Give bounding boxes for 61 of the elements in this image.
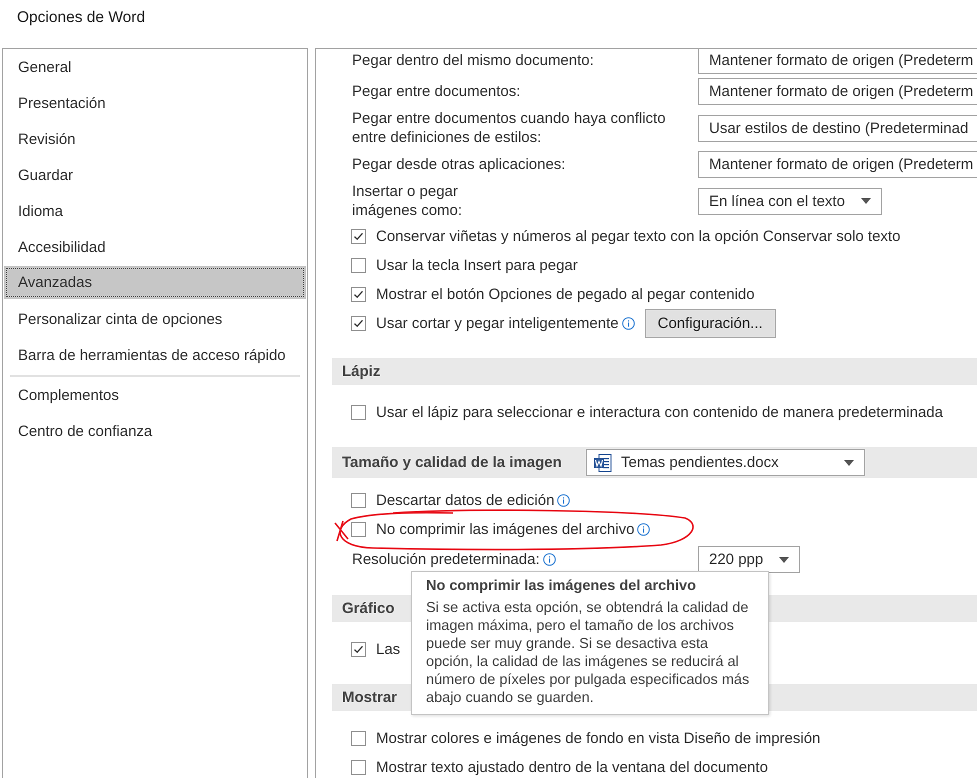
sidebar-item[interactable]: Presentación xyxy=(4,86,306,122)
option-label: Pegar entre documentos cuando haya conflicto entre definiciones de estilos: xyxy=(352,109,666,147)
check-icon xyxy=(353,644,364,655)
checkbox[interactable] xyxy=(351,522,366,537)
option-label: Pegar entre documentos: xyxy=(352,82,520,101)
settings-button[interactable]: Configuración... xyxy=(644,309,776,338)
dropdown[interactable]: 220 ppp xyxy=(698,546,800,573)
dropdown[interactable]: Mantener formato de origen (Predeterm xyxy=(698,78,977,105)
sidebar-item[interactable]: General xyxy=(4,50,306,86)
sidebar-item[interactable]: Complementos xyxy=(4,378,306,414)
checkbox[interactable] xyxy=(351,760,366,775)
checkbox[interactable] xyxy=(351,405,366,420)
checkbox-label: Mostrar texto ajustado dentro de la ventana del documento xyxy=(376,759,768,776)
section-title: Gráfico xyxy=(342,600,395,617)
checkbox[interactable] xyxy=(351,642,366,657)
info-icon[interactable] xyxy=(637,523,650,536)
check-icon xyxy=(353,231,364,242)
option-label: Pegar desde otras aplicaciones: xyxy=(352,155,566,174)
sidebar-item[interactable]: Revisión xyxy=(4,122,306,158)
checkbox-label: Mostrar colores e imágenes de fondo en vista Diseño de impresión xyxy=(376,730,820,747)
check-icon xyxy=(353,318,364,329)
checkbox-label: Usar la tecla Insert para pegar xyxy=(376,257,578,274)
tooltip-text: Si se activa esta opción, se obtendrá la calidad de imagen máxima, pero el tamaño de los archivos puede ser muy grande. Si se desactiva esta opción, la calidad de las imágenes se reducirá al número de píxeles por pulgada especificados más abajo cuando se guarden. xyxy=(426,599,750,707)
sidebar-item[interactable]: Barra de herramientas de acceso rápido xyxy=(4,338,306,374)
checkbox-label: Usar el lápiz para seleccionar e interactura con contenido de manera predeterminada xyxy=(376,404,943,421)
info-icon[interactable] xyxy=(557,494,570,507)
checkbox-label: Mostrar el botón Opciones de pegado al pegar contenido xyxy=(376,286,755,303)
checkbox[interactable] xyxy=(351,316,366,331)
option-label: Insertar o pegar imágenes como: xyxy=(352,182,462,220)
document-icon xyxy=(593,452,613,472)
checkbox-label: Usar cortar y pegar inteligentemente xyxy=(376,315,619,332)
option-label: Resolución predeterminada: xyxy=(352,550,540,569)
checkbox-label: Las xyxy=(376,641,400,658)
section-title: Mostrar xyxy=(342,689,398,706)
sidebar-item[interactable]: Avanzadas xyxy=(4,266,306,299)
section-title: Tamaño y calidad de la imagen xyxy=(342,454,563,471)
dropdown[interactable]: Usar estilos de destino (Predeterminad xyxy=(698,114,977,142)
checkbox[interactable] xyxy=(351,493,366,508)
tooltip-title: No comprimir las imágenes del archivo xyxy=(426,578,697,594)
dropdown[interactable]: En línea con el texto xyxy=(698,188,882,214)
check-icon xyxy=(353,289,364,300)
info-icon[interactable] xyxy=(542,553,556,566)
sidebar-item[interactable]: Guardar xyxy=(4,158,306,194)
checkbox[interactable] xyxy=(351,287,366,302)
checkbox[interactable] xyxy=(351,731,366,746)
dropdown[interactable]: Temas pendientes.docx xyxy=(586,449,865,476)
checkbox-label: No comprimir las imágenes del archivo xyxy=(376,521,634,538)
option-label: Pegar dentro del mismo documento: xyxy=(352,51,594,70)
sidebar-item[interactable]: Accesibilidad xyxy=(4,230,306,266)
window-title: Opciones de Word xyxy=(17,9,146,28)
section-title: Lápiz xyxy=(342,363,380,380)
dropdown[interactable]: Mantener formato de origen (Predeterm xyxy=(698,151,977,178)
checkbox-label: Descartar datos de edición xyxy=(376,492,554,509)
checkbox[interactable] xyxy=(351,229,366,244)
sidebar-item[interactable]: Personalizar cinta de opciones xyxy=(4,302,306,338)
checkbox[interactable] xyxy=(351,258,366,273)
checkbox-label: Conservar viñetas y números al pegar texto con la opción Conservar solo texto xyxy=(376,228,900,245)
info-icon[interactable] xyxy=(622,317,635,330)
sidebar-item[interactable]: Centro de confianza xyxy=(4,414,306,450)
dropdown[interactable]: Mantener formato de origen (Predeterm xyxy=(698,49,977,74)
sidebar-item[interactable]: Idioma xyxy=(4,194,306,230)
